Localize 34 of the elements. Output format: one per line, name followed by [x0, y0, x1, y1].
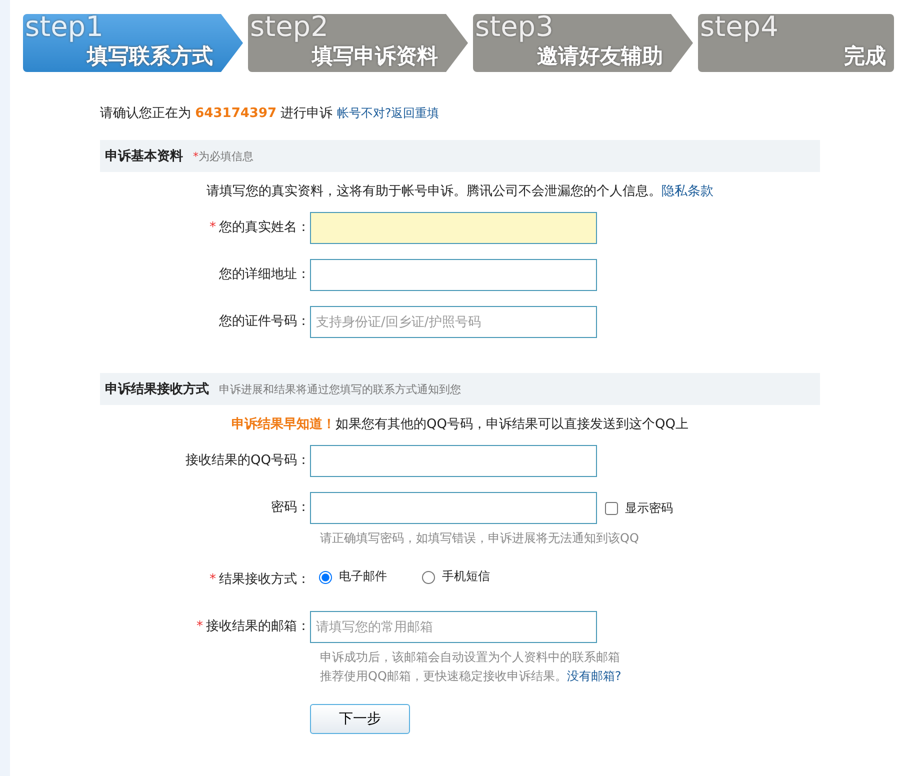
radio-button[interactable] — [319, 571, 332, 584]
field-label: 密码： — [270, 499, 310, 517]
checkbox-label: 显示密码 — [625, 500, 673, 516]
no-email-link[interactable]: 没有邮箱? — [566, 669, 622, 683]
link[interactable]: 帐号不对? — [336, 106, 392, 120]
input-field[interactable] — [310, 445, 597, 477]
privacy-link[interactable]: 隐私条款 — [662, 184, 714, 199]
input-field[interactable] — [310, 259, 597, 291]
input-field[interactable]: 请填写您的常用邮箱 — [310, 611, 597, 643]
input-field[interactable]: 支持身份证/回乡证/护照号码 — [310, 306, 597, 338]
hint-text: 申诉成功后，该邮箱会自动设置为个人资料中的联系邮箱 — [320, 649, 621, 666]
next-step-button[interactable]: 下一步 — [310, 704, 410, 734]
field-label: 您的详细地址： — [218, 266, 310, 284]
link[interactable]: 返回重填 — [391, 106, 440, 120]
intro-text: 请填写您的真实资料，这将有助于帐号申诉。腾讯公司不会泄漏您的个人信息。隐私条款 — [206, 183, 714, 200]
field-label: 接收结果的QQ号码： — [184, 452, 310, 470]
field-label: * 接收结果的邮箱： — [196, 618, 310, 636]
section-note: *为必填信息 — [193, 149, 254, 164]
intro-text: 申诉结果早知道！如果您有其他的QQ号码，申诉结果可以直接发送到这个QQ上 — [230, 416, 690, 433]
section-note: 申诉进展和结果将通过您填写的联系方式通知到您 — [219, 382, 461, 397]
radio-label: 手机短信 — [442, 568, 490, 584]
radio-button[interactable] — [422, 571, 435, 584]
checkbox[interactable] — [605, 502, 618, 514]
hint-text: 请正确填写密码，如填写错误，申诉进展将无法通知到该QQ — [320, 530, 640, 547]
field-label: * 您的真实姓名： — [208, 219, 310, 237]
input-field[interactable] — [310, 492, 597, 524]
hint-text: 推荐使用QQ邮箱，更快速稳定接收申诉结果。没有邮箱? — [320, 668, 622, 685]
radio-label: 电子邮件 — [339, 568, 387, 584]
section-title: 申诉结果接收方式 — [105, 380, 209, 398]
section-title: 申诉基本资料 — [105, 148, 183, 165]
field-label: * 结果接收方式： — [208, 571, 310, 589]
confirm-text: 请确认您正在为 643174397 进行申诉 帐号不对?返回重填 — [100, 105, 440, 122]
input-field[interactable] — [310, 212, 597, 244]
field-label: 您的证件号码： — [218, 313, 310, 331]
